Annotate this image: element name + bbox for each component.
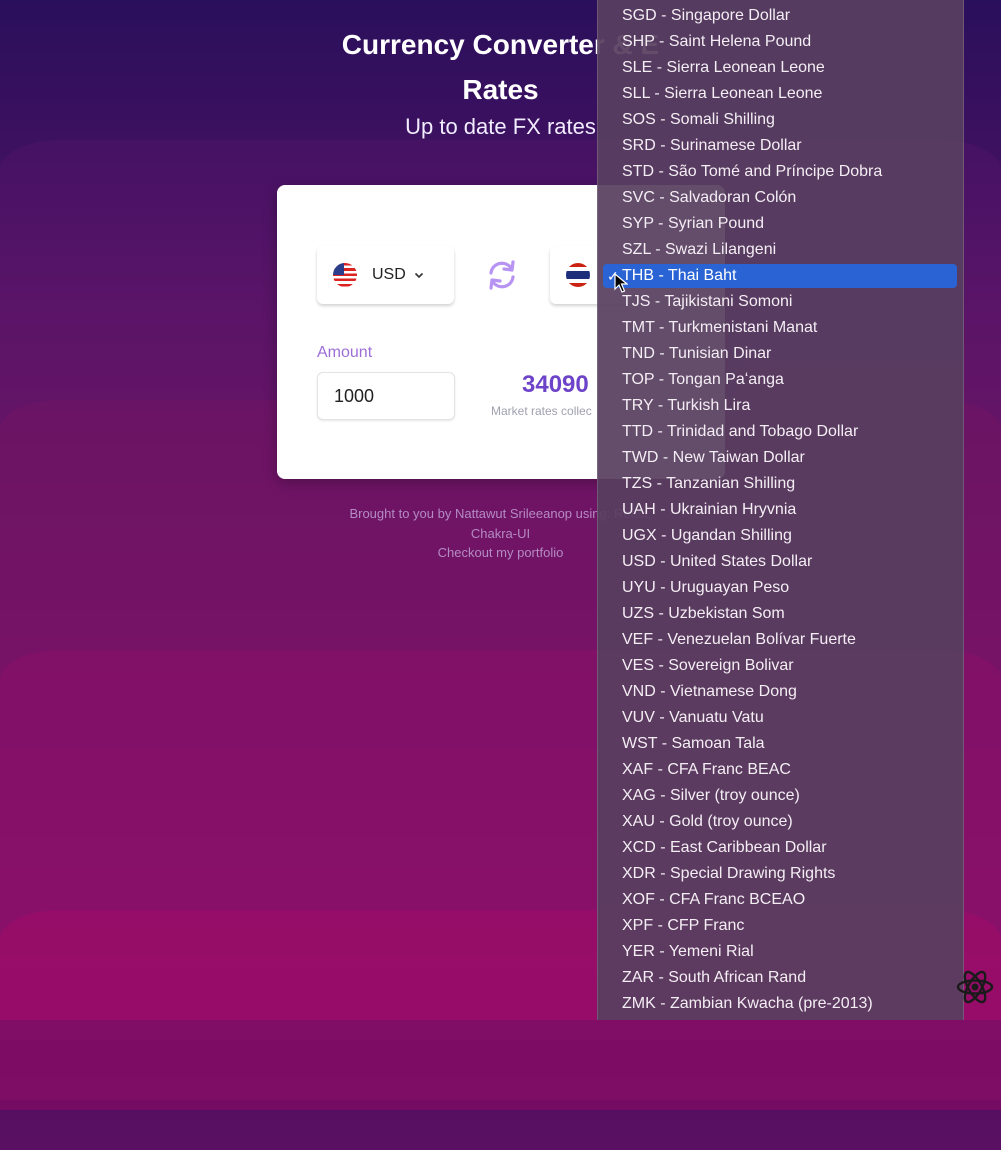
dropdown-option-label: XAU - Gold (troy ounce)	[622, 813, 793, 830]
dropdown-option-label: TZS - Tanzanian Shilling	[622, 475, 796, 492]
dropdown-option[interactable]: VUV - Vanuatu Vatu	[603, 706, 957, 730]
dropdown-option-label: UGX - Ugandan Shilling	[622, 527, 792, 544]
dropdown-option[interactable]: USD - United States Dollar	[603, 550, 957, 574]
dropdown-option-label: VES - Sovereign Bolivar	[622, 657, 794, 674]
dropdown-option-label: SGD - Singapore Dollar	[622, 7, 791, 24]
dropdown-option[interactable]: SLL - Sierra Leonean Leone	[603, 82, 957, 106]
dropdown-option[interactable]: SHP - Saint Helena Pound	[603, 30, 957, 54]
dropdown-option-label: TRY - Turkish Lira	[622, 397, 751, 414]
amount-input[interactable]	[317, 372, 455, 420]
dropdown-option-label: WST - Samoan Tala	[622, 735, 765, 752]
amount-label: Amount	[317, 344, 373, 361]
dropdown-option-label: SZL - Swazi Lilangeni	[622, 241, 777, 258]
dropdown-option[interactable]: XAF - CFA Franc BEAC	[603, 758, 957, 782]
us-flag-icon	[333, 263, 357, 287]
dropdown-option[interactable]: SYP - Syrian Pound	[603, 212, 957, 236]
dropdown-option[interactable]: SLE - Sierra Leonean Leone	[603, 56, 957, 80]
converted-result: 34090	[522, 371, 589, 398]
dropdown-option[interactable]: XAU - Gold (troy ounce)	[603, 810, 957, 834]
dropdown-option-label: UAH - Ukrainian Hryvnia	[622, 501, 797, 518]
dropdown-option-label: SOS - Somali Shilling	[622, 111, 775, 128]
dropdown-option-label: STD - São Tomé and Príncipe Dobra	[622, 163, 883, 180]
dropdown-option-label: XAF - CFA Franc BEAC	[622, 761, 791, 778]
dropdown-option-label: ZMK - Zambian Kwacha (pre-2013)	[622, 995, 873, 1012]
dropdown-option-label: SVC - Salvadoran Colón	[622, 189, 797, 206]
dropdown-option-label: SLE - Sierra Leonean Leone	[622, 59, 825, 76]
dropdown-option-label: XDR - Special Drawing Rights	[622, 865, 836, 882]
dropdown-option[interactable]: SZL - Swazi Lilangeni	[603, 238, 957, 262]
dropdown-option-label: YER - Yemeni Rial	[622, 943, 754, 960]
dropdown-option[interactable]: TRY - Turkish Lira	[603, 394, 957, 418]
dropdown-option-label: TWD - New Taiwan Dollar	[622, 449, 805, 466]
dropdown-option-selected[interactable]: ✓ THB - Thai Baht	[603, 264, 957, 288]
dropdown-option[interactable]: XPF - CFP Franc	[603, 914, 957, 938]
dropdown-option-label: SYP - Syrian Pound	[622, 215, 765, 232]
currency-dropdown-list[interactable]: SGD - Singapore Dollar SHP - Saint Helena…	[597, 0, 964, 1020]
dropdown-option[interactable]: SGD - Singapore Dollar	[603, 4, 957, 28]
dropdown-option[interactable]: ZMK - Zambian Kwacha (pre-2013)	[603, 992, 957, 1016]
react-devtools-icon[interactable]	[955, 967, 995, 1007]
dropdown-option[interactable]: VND - Vietnamese Dong	[603, 680, 957, 704]
from-currency-select[interactable]: USD	[317, 246, 454, 304]
dropdown-option-label: VND - Vietnamese Dong	[622, 683, 797, 700]
dropdown-option[interactable]: TJS - Tajikistani Somoni	[603, 290, 957, 314]
dropdown-option-label: USD - United States Dollar	[622, 553, 813, 570]
dropdown-option[interactable]: TWD - New Taiwan Dollar	[603, 446, 957, 470]
dropdown-option-label: TND - Tunisian Dinar	[622, 345, 772, 362]
dropdown-option-label: SHP - Saint Helena Pound	[622, 33, 812, 50]
dropdown-option[interactable]: XDR - Special Drawing Rights	[603, 862, 957, 886]
dropdown-option-label: VUV - Vanuatu Vatu	[622, 709, 764, 726]
dropdown-option[interactable]: UZS - Uzbekistan Som	[603, 602, 957, 626]
mouse-cursor-icon	[614, 273, 628, 293]
dropdown-option[interactable]: XOF - CFA Franc BCEAO	[603, 888, 957, 912]
dropdown-option[interactable]: WST - Samoan Tala	[603, 732, 957, 756]
thailand-flag-icon	[566, 263, 590, 287]
dropdown-option[interactable]: VES - Sovereign Bolivar	[603, 654, 957, 678]
dropdown-option[interactable]: SRD - Surinamese Dollar	[603, 134, 957, 158]
dropdown-option[interactable]: YER - Yemeni Rial	[603, 940, 957, 964]
dropdown-option[interactable]: TZS - Tanzanian Shilling	[603, 472, 957, 496]
dropdown-option[interactable]: UGX - Ugandan Shilling	[603, 524, 957, 548]
dropdown-option-label: UYU - Uruguayan Peso	[622, 579, 790, 596]
dropdown-option[interactable]: STD - São Tomé and Príncipe Dobra	[603, 160, 957, 184]
dropdown-option-label: UZS - Uzbekistan Som	[622, 605, 785, 622]
dropdown-option-label: XPF - CFP Franc	[622, 917, 745, 934]
dropdown-option[interactable]: SVC - Salvadoran Colón	[603, 186, 957, 210]
dropdown-option-label: XCD - East Caribbean Dollar	[622, 839, 827, 856]
dropdown-option-label: SLL - Sierra Leonean Leone	[622, 85, 823, 102]
dropdown-option[interactable]: XCD - East Caribbean Dollar	[603, 836, 957, 860]
dropdown-option[interactable]: UAH - Ukrainian Hryvnia	[603, 498, 957, 522]
dropdown-option[interactable]: TTD - Trinidad and Tobago Dollar	[603, 420, 957, 444]
dropdown-option-label: SRD - Surinamese Dollar	[622, 137, 802, 154]
dropdown-option-label: XOF - CFA Franc BCEAO	[622, 891, 806, 908]
swap-arrows-icon[interactable]	[485, 258, 519, 292]
dropdown-option-label: XAG - Silver (troy ounce)	[622, 787, 800, 804]
dropdown-option-label: TMT - Turkmenistani Manat	[622, 319, 818, 336]
dropdown-option-label: VEF - Venezuelan Bolívar Fuerte	[622, 631, 856, 648]
dropdown-option-label: ZAR - South African Rand	[622, 969, 807, 986]
dropdown-option-label: TTD - Trinidad and Tobago Dollar	[622, 423, 859, 440]
dropdown-option[interactable]: ZAR - South African Rand	[603, 966, 957, 990]
dropdown-option[interactable]: VEF - Venezuelan Bolívar Fuerte	[603, 628, 957, 652]
dropdown-option[interactable]: SOS - Somali Shilling	[603, 108, 957, 132]
dropdown-option[interactable]: TND - Tunisian Dinar	[603, 342, 957, 366]
market-rates-note: Market rates collec	[491, 404, 592, 418]
from-currency-code: USD	[372, 266, 406, 283]
dropdown-option[interactable]: TOP - Tongan Paʻanga	[603, 368, 957, 392]
dropdown-option-label: THB - Thai Baht	[622, 267, 737, 284]
chevron-down-icon	[414, 272, 423, 279]
dropdown-option[interactable]: TMT - Turkmenistani Manat	[603, 316, 957, 340]
dropdown-option[interactable]: XAG - Silver (troy ounce)	[603, 784, 957, 808]
dropdown-option[interactable]: UYU - Uruguayan Peso	[603, 576, 957, 600]
dropdown-option-label: TJS - Tajikistani Somoni	[622, 293, 793, 310]
dropdown-option-label: TOP - Tongan Paʻanga	[622, 371, 784, 388]
